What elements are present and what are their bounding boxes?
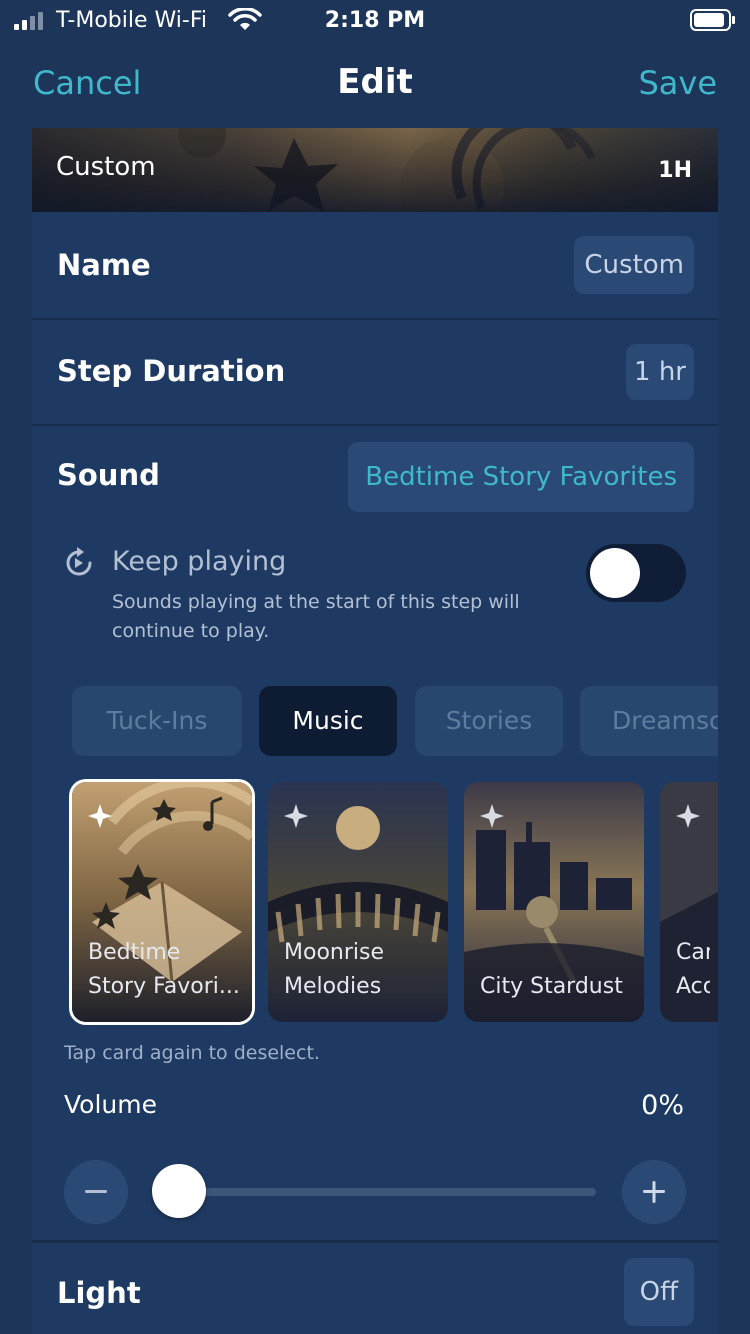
light-label: Light <box>57 1276 141 1310</box>
tab-stories[interactable]: Stories <box>415 686 563 756</box>
sound-label: Sound <box>57 458 160 492</box>
status-bar: T-Mobile Wi-Fi 2:18 PM <box>0 0 750 40</box>
sound-card-title: City Stardust <box>480 974 623 999</box>
tab-music[interactable]: Music <box>259 686 397 756</box>
step-duration-label: Step Duration <box>57 354 286 388</box>
toggle-knob <box>590 548 640 598</box>
sound-card-carousel: Bedtime Story Favori... Moonrise Melodie… <box>72 782 718 1024</box>
edit-step-card: Custom 1H Name Custom Step Duration 1 hr… <box>32 128 718 1334</box>
volume-slider-track[interactable] <box>180 1188 596 1196</box>
replay-icon <box>66 547 92 576</box>
sound-card-title: Bedtime Story Favori... <box>88 940 240 999</box>
volume-label: Volume <box>64 1090 157 1119</box>
keep-playing-label: Keep playing <box>112 546 287 577</box>
battery-icon <box>690 9 735 31</box>
step-duration-row[interactable]: Step Duration 1 hr <box>32 320 718 424</box>
tab-tuck-ins[interactable]: Tuck-Ins <box>72 686 242 756</box>
keep-playing-toggle[interactable] <box>586 544 686 602</box>
step-duration-value-button[interactable]: 1 hr <box>626 344 694 400</box>
keep-playing-description: Sounds playing at the start of this step… <box>112 591 520 642</box>
sound-row: Sound Bedtime Story Favorites <box>32 426 718 516</box>
name-label: Name <box>57 248 151 282</box>
sound-category-tabs: Tuck-Ins Music Stories Dreamscapes <box>72 686 718 758</box>
step-hero-duration: 1H <box>658 158 692 183</box>
save-button[interactable]: Save <box>638 64 717 102</box>
minus-icon <box>85 1190 107 1193</box>
deselect-hint: Tap card again to deselect. <box>64 1042 320 1064</box>
step-hero-label: Custom <box>56 152 156 182</box>
volume-slider-thumb[interactable] <box>152 1164 206 1218</box>
sound-selection-button[interactable]: Bedtime Story Favorites <box>348 442 694 512</box>
volume-value: 0% <box>641 1090 684 1121</box>
name-row[interactable]: Name Custom <box>32 212 718 318</box>
plus-icon <box>643 1181 665 1203</box>
step-hero-banner: Custom 1H <box>32 128 718 212</box>
tab-dreamscapes[interactable]: Dreamscapes <box>580 686 718 756</box>
sound-card-title: Moonrise Melodies <box>284 940 384 999</box>
sound-card-title: Can Aco <box>676 940 710 999</box>
sound-card-city-stardust[interactable]: City Stardust <box>464 782 644 1022</box>
sound-card-partial[interactable]: Can Aco <box>660 782 718 1022</box>
sound-card-bedtime-story-favorites[interactable]: Bedtime Story Favori... <box>72 782 252 1022</box>
volume-increase-button[interactable] <box>622 1160 686 1224</box>
status-time: 2:18 PM <box>324 8 426 33</box>
light-row[interactable]: Light Off <box>32 1243 718 1334</box>
volume-decrease-button[interactable] <box>64 1160 128 1224</box>
name-value-button[interactable]: Custom <box>574 236 694 294</box>
light-value-button[interactable]: Off <box>623 1258 694 1326</box>
sound-card-moonrise-melodies[interactable]: Moonrise Melodies <box>268 782 448 1022</box>
